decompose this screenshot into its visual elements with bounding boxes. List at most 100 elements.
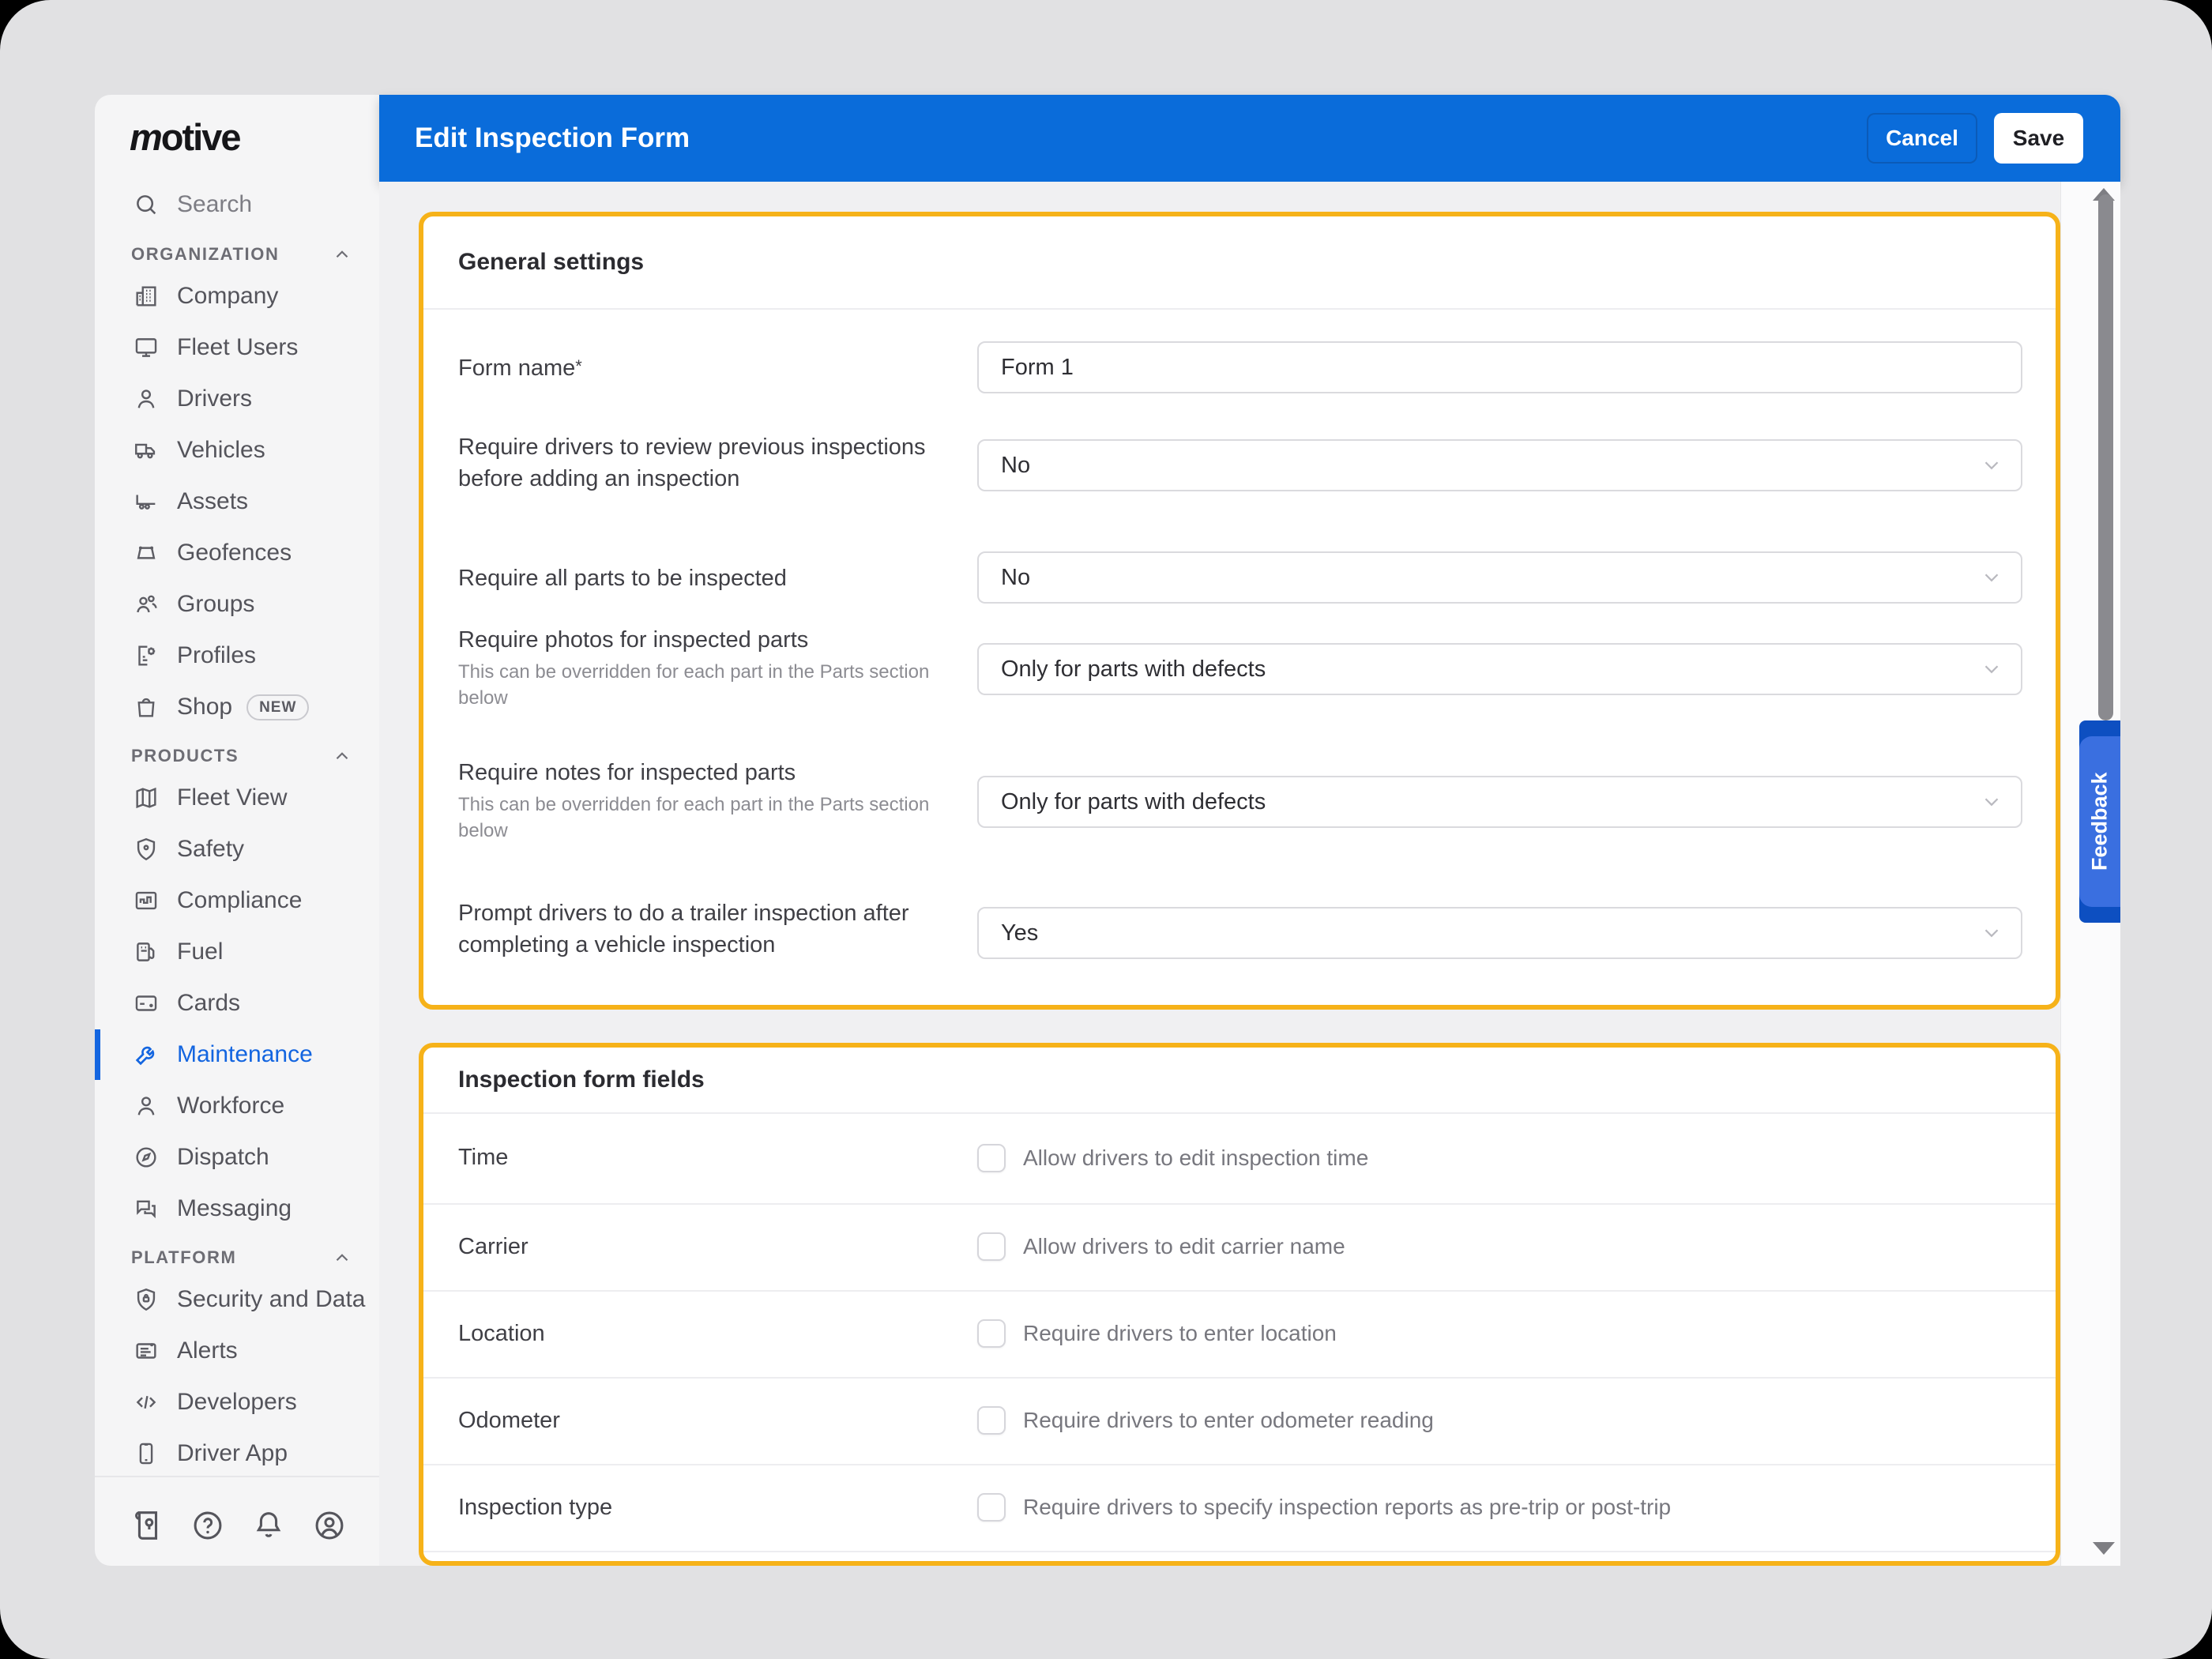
- sidebar-item-security-and-data[interactable]: Security and Data: [95, 1276, 379, 1323]
- page-title: Edit Inspection Form: [415, 95, 690, 182]
- sidebar-item-compliance[interactable]: Compliance: [95, 877, 379, 924]
- guide-book-icon[interactable]: [129, 1507, 165, 1544]
- trailer-icon: [133, 488, 160, 515]
- fuel-pump-icon: [133, 939, 160, 965]
- general-settings-card: General settings Form name* Require driv…: [419, 212, 2060, 1010]
- time-checkbox[interactable]: [977, 1144, 1006, 1172]
- trailer-prompt-label: Prompt drivers to do a trailer inspectio…: [458, 897, 956, 961]
- all-parts-label: Require all parts to be inspected: [458, 562, 956, 594]
- shield-icon: [133, 836, 160, 863]
- chat-icon: [133, 1195, 160, 1222]
- sidebar-item-company[interactable]: Company: [95, 273, 379, 320]
- new-badge: NEW: [246, 694, 309, 720]
- compass-icon: [133, 1144, 160, 1171]
- form-name-label: Form name*: [458, 352, 956, 384]
- sidebar-item-fleet-users[interactable]: Fleet Users: [95, 324, 379, 371]
- section-organization[interactable]: ORGANIZATION: [95, 231, 379, 278]
- sidebar-item-messaging[interactable]: Messaging: [95, 1185, 379, 1232]
- sidebar-footer: [95, 1501, 379, 1556]
- credit-card-icon: [133, 990, 160, 1017]
- chevron-down-icon: [1980, 566, 2003, 589]
- main-content: General settings Form name* Require driv…: [379, 182, 2120, 1566]
- review-previous-label: Require drivers to review previous inspe…: [458, 431, 956, 495]
- odometer-checkbox[interactable]: [977, 1406, 1006, 1435]
- all-parts-select[interactable]: No: [977, 551, 2022, 604]
- sidebar: motive Search ORGANIZATION Company Fleet…: [95, 95, 379, 1566]
- wrench-icon: [133, 1041, 160, 1068]
- person-icon: [133, 1093, 160, 1119]
- feedback-tab[interactable]: Feedback: [2079, 720, 2120, 923]
- sidebar-item-profiles[interactable]: Profiles: [95, 632, 379, 679]
- person-icon: [133, 386, 160, 412]
- page-header: Edit Inspection Form Cancel Save: [379, 95, 2120, 182]
- sidebar-item-groups[interactable]: Groups: [95, 581, 379, 628]
- inspection-form-fields-title: Inspection form fields: [458, 1048, 705, 1112]
- phone-icon: [133, 1440, 160, 1467]
- carrier-checkbox[interactable]: [977, 1232, 1006, 1261]
- map-icon: [133, 784, 160, 811]
- odometer-row: Odometer Require drivers to enter odomet…: [423, 1377, 2056, 1464]
- alert-card-icon: [133, 1337, 160, 1364]
- sidebar-item-geofences[interactable]: Geofences: [95, 529, 379, 577]
- account-icon[interactable]: [311, 1507, 348, 1544]
- sidebar-item-assets[interactable]: Assets: [95, 478, 379, 525]
- sidebar-item-shop[interactable]: Shop NEW: [95, 683, 379, 731]
- motive-logo: motive: [130, 115, 240, 159]
- scrollbar-thumb[interactable]: [2098, 194, 2113, 720]
- logo-text: otive: [161, 116, 240, 158]
- photos-label: Require photos for inspected parts: [458, 624, 956, 656]
- inspection-form-fields-card: Inspection form fields Time Allow driver…: [419, 1043, 2060, 1566]
- active-item-indicator: [95, 1029, 100, 1080]
- people-icon: [133, 591, 160, 618]
- section-platform[interactable]: PLATFORM: [95, 1234, 379, 1281]
- chevron-down-icon: [1980, 657, 2003, 681]
- help-icon[interactable]: [190, 1507, 226, 1544]
- building-icon: [133, 283, 160, 310]
- sidebar-item-drivers[interactable]: Drivers: [95, 375, 379, 423]
- time-row: Time Allow drivers to edit inspection ti…: [423, 1112, 2056, 1203]
- shopping-bag-icon: [133, 694, 160, 720]
- search-icon: [133, 191, 160, 218]
- sidebar-item-workforce[interactable]: Workforce: [95, 1082, 379, 1130]
- inspection-type-checkbox[interactable]: [977, 1493, 1006, 1522]
- section-products[interactable]: PRODUCTS: [95, 732, 379, 780]
- sidebar-search[interactable]: Search: [95, 181, 379, 228]
- app-window: motive Search ORGANIZATION Company Fleet…: [0, 0, 2212, 1659]
- chevron-up-icon: [332, 1247, 352, 1268]
- sidebar-item-vehicles[interactable]: Vehicles: [95, 427, 379, 474]
- location-checkbox[interactable]: [977, 1319, 1006, 1348]
- notes-helper-text: This can be overridden for each part in …: [458, 792, 948, 844]
- truck-icon: [133, 437, 160, 464]
- chart-document-icon: [133, 887, 160, 914]
- chevron-down-icon: [1980, 790, 2003, 814]
- save-button[interactable]: Save: [1994, 113, 2083, 164]
- chevron-up-icon: [332, 746, 352, 766]
- sidebar-item-fleet-view[interactable]: Fleet View: [95, 774, 379, 822]
- document-gear-icon: [133, 642, 160, 669]
- chevron-up-icon: [332, 244, 352, 265]
- bell-icon[interactable]: [250, 1507, 287, 1544]
- notes-select[interactable]: Only for parts with defects: [977, 776, 2022, 828]
- sidebar-item-dispatch[interactable]: Dispatch: [95, 1134, 379, 1181]
- review-previous-select[interactable]: No: [977, 439, 2022, 491]
- scroll-down-arrow[interactable]: [2093, 1542, 2115, 1555]
- photos-select[interactable]: Only for parts with defects: [977, 643, 2022, 695]
- sidebar-item-fuel[interactable]: Fuel: [95, 928, 379, 976]
- general-settings-title: General settings: [458, 216, 644, 308]
- sidebar-item-cards[interactable]: Cards: [95, 980, 379, 1027]
- monitor-icon: [133, 334, 160, 361]
- cancel-button[interactable]: Cancel: [1867, 113, 1977, 164]
- sidebar-item-developers[interactable]: Developers: [95, 1379, 379, 1426]
- sidebar-item-alerts[interactable]: Alerts: [95, 1327, 379, 1375]
- trailer-prompt-select[interactable]: Yes: [977, 907, 2022, 959]
- chevron-down-icon: [1980, 921, 2003, 945]
- geofence-polygon-icon: [133, 540, 160, 566]
- photos-helper-text: This can be overridden for each part in …: [458, 659, 948, 711]
- sidebar-item-maintenance[interactable]: Maintenance: [95, 1031, 379, 1078]
- sidebar-item-safety[interactable]: Safety: [95, 826, 379, 873]
- row-divider: [423, 1551, 2056, 1552]
- sidebar-item-driver-app[interactable]: Driver App: [95, 1430, 379, 1477]
- card-header-divider: [423, 308, 2056, 310]
- notes-label: Require notes for inspected parts: [458, 757, 956, 788]
- form-name-input[interactable]: [977, 341, 2022, 393]
